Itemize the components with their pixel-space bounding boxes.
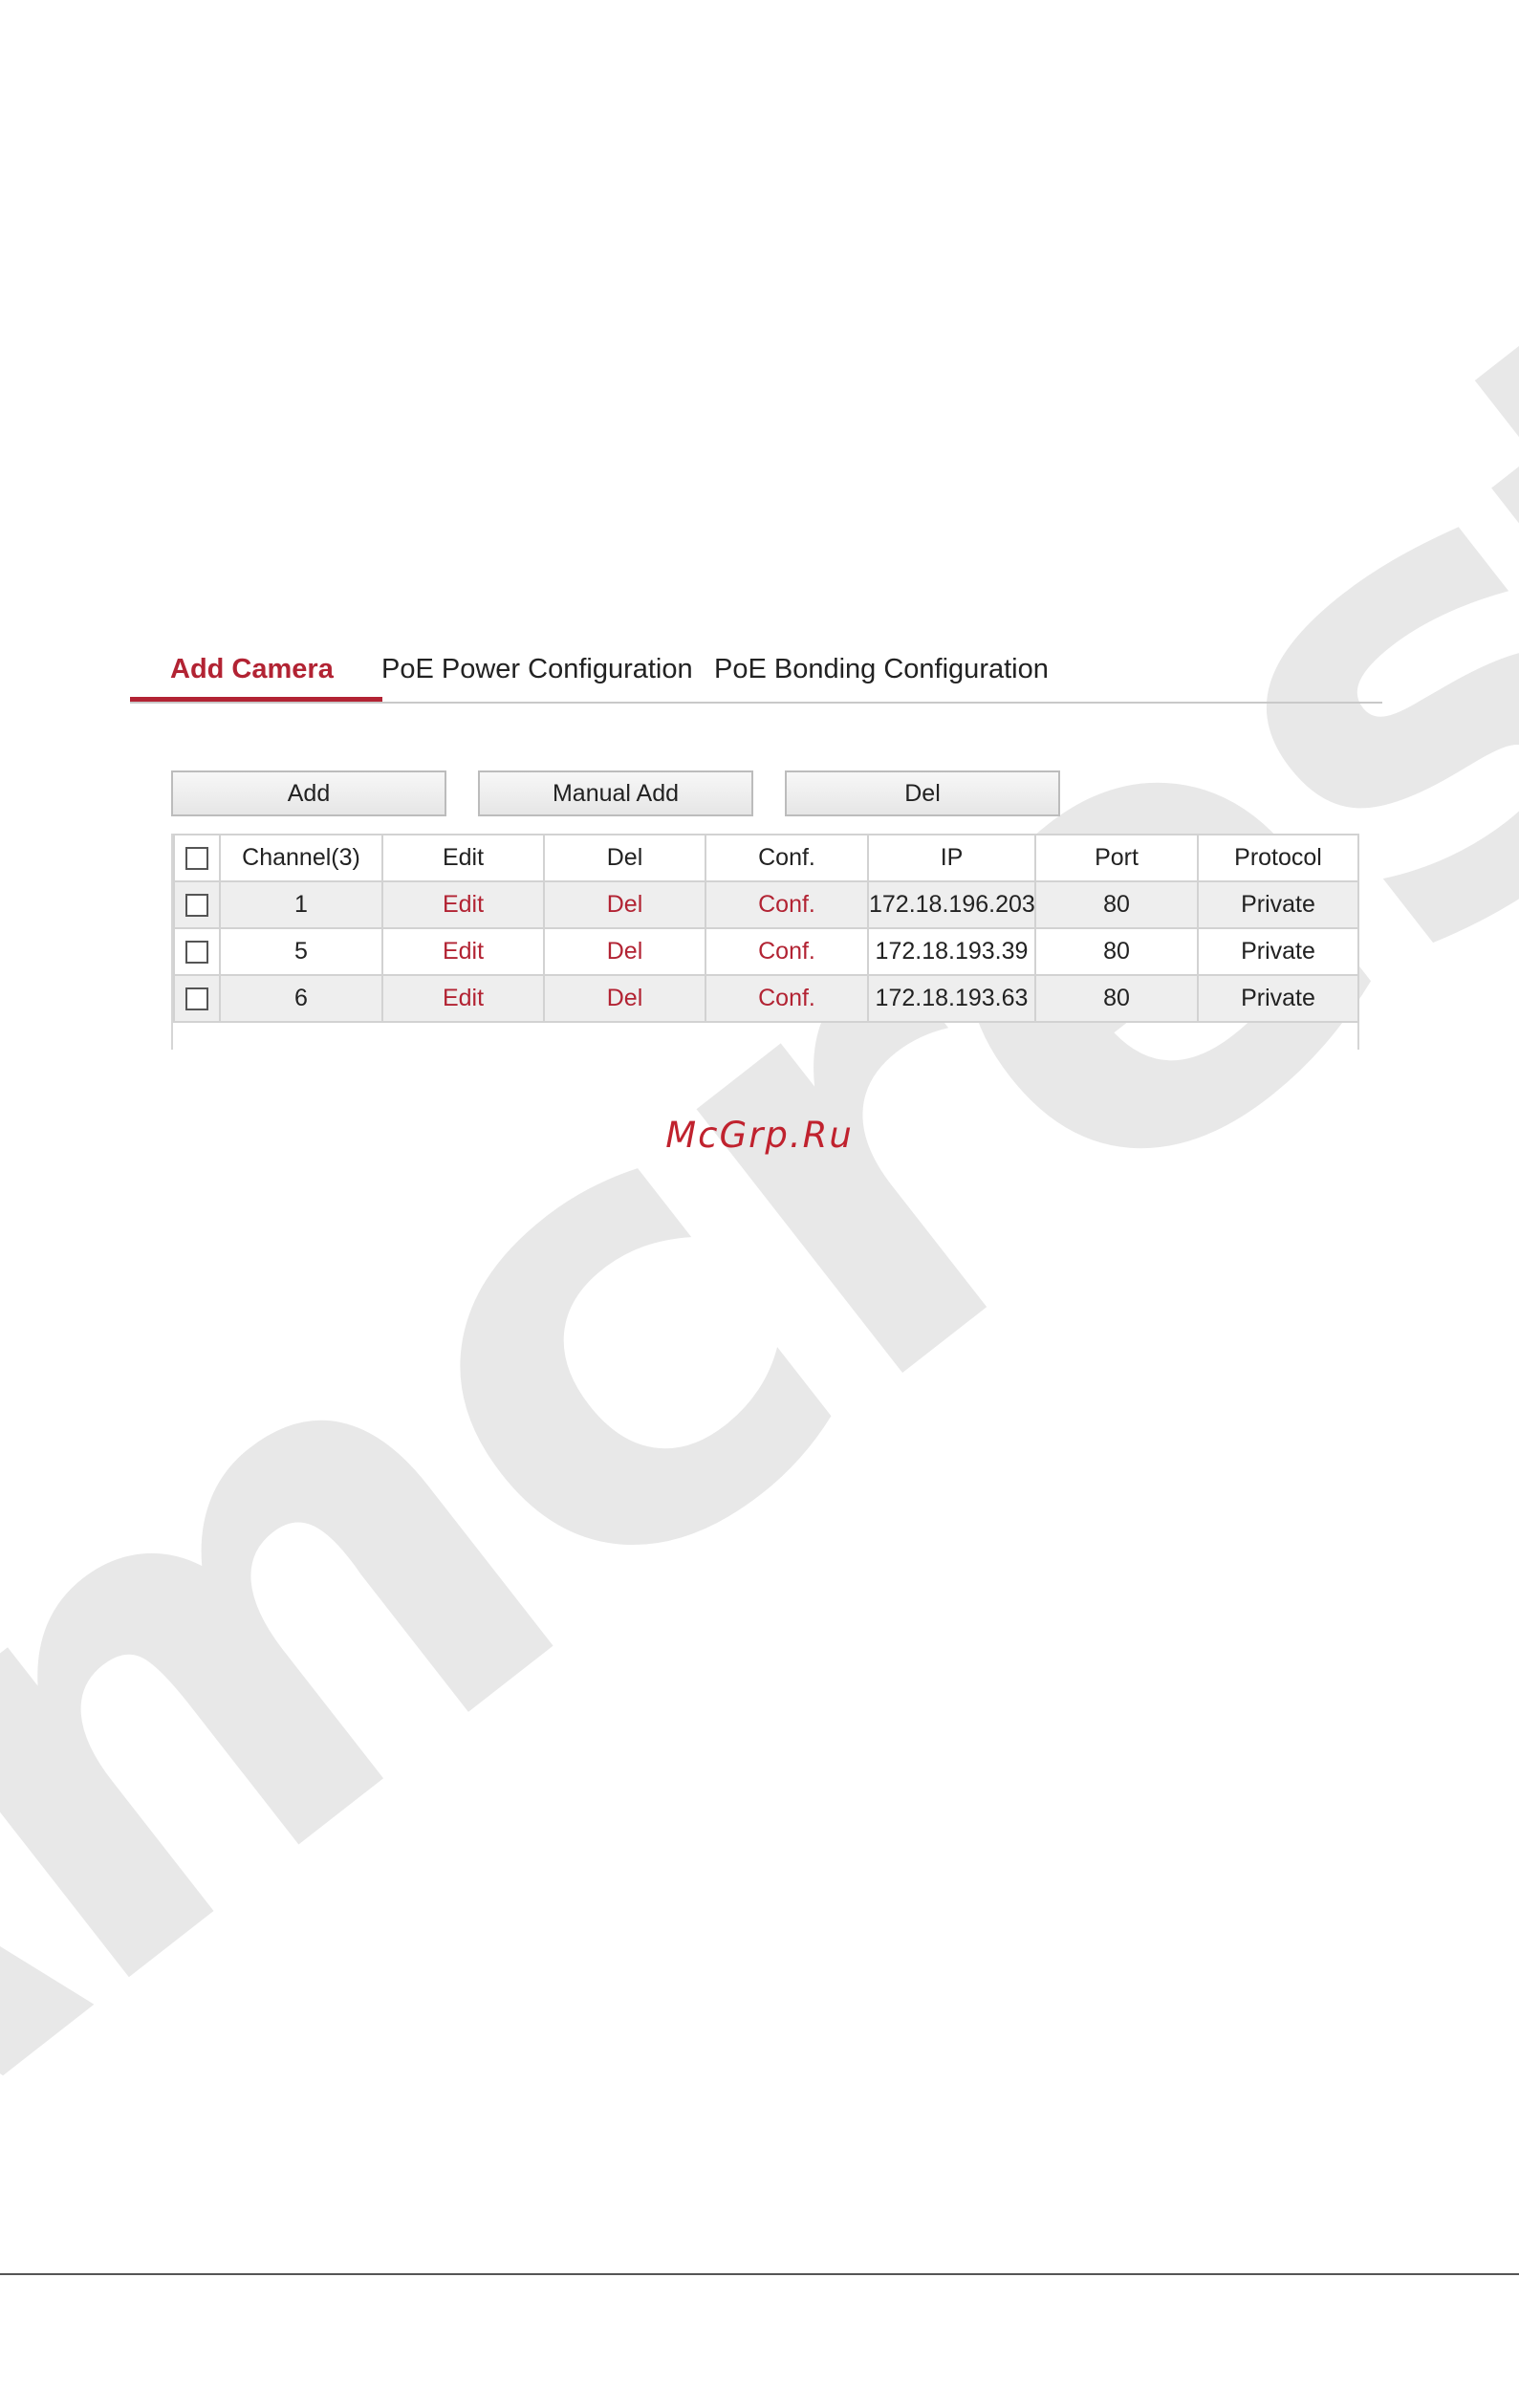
edit-link[interactable]: Edit	[381, 974, 545, 1023]
row-checkbox[interactable]	[185, 894, 208, 918]
row-checkbox[interactable]	[185, 987, 208, 1011]
header-ip[interactable]: IP	[867, 834, 1036, 882]
select-all-checkbox[interactable]	[185, 847, 208, 871]
channel-cell: 1	[219, 880, 383, 929]
del-button[interactable]: Del	[785, 770, 1060, 816]
protocol-cell: Private	[1197, 880, 1359, 929]
table-row: 6 Edit Del Conf. 172.18.193.63 80 Privat…	[173, 974, 1359, 1023]
header-edit: Edit	[381, 834, 545, 882]
row-select-cell	[173, 880, 221, 929]
delete-link[interactable]: Del	[543, 880, 706, 929]
channel-cell: 5	[219, 927, 383, 976]
delete-link[interactable]: Del	[543, 927, 706, 976]
page: Add Camera PoE Power Configuration PoE B…	[0, 0, 1519, 2278]
header-del: Del	[543, 834, 706, 882]
conf-link[interactable]: Conf.	[705, 880, 869, 929]
tab-add-camera[interactable]: Add Camera	[170, 654, 334, 685]
site-watermark-text: McGrp.Ru	[665, 1115, 854, 1156]
row-checkbox[interactable]	[185, 941, 208, 965]
port-cell: 80	[1034, 880, 1199, 929]
manual-add-button[interactable]: Manual Add	[478, 770, 753, 816]
tab-poe-power-configuration[interactable]: PoE Power Configuration	[381, 654, 693, 685]
port-cell: 80	[1034, 927, 1199, 976]
header-protocol[interactable]: Protocol	[1197, 834, 1359, 882]
active-tab-indicator	[130, 697, 382, 702]
tab-bar: Add Camera PoE Power Configuration PoE B…	[130, 640, 1382, 704]
camera-table-container: Channel(3) Edit Del Conf. IP Port Protoc…	[171, 834, 1359, 1050]
row-select-cell	[173, 927, 221, 976]
row-select-cell	[173, 974, 221, 1023]
ip-cell: 172.18.196.203	[867, 880, 1036, 929]
header-conf: Conf.	[705, 834, 869, 882]
select-all-cell	[173, 834, 221, 882]
ip-cell: 172.18.193.39	[867, 927, 1036, 976]
port-cell: 80	[1034, 974, 1199, 1023]
conf-link[interactable]: Conf.	[705, 927, 869, 976]
add-button[interactable]: Add	[171, 770, 446, 816]
header-port[interactable]: Port	[1034, 834, 1199, 882]
edit-link[interactable]: Edit	[381, 927, 545, 976]
protocol-cell: Private	[1197, 974, 1359, 1023]
table-row: 1 Edit Del Conf. 172.18.196.203 80 Priva…	[173, 880, 1359, 929]
ip-cell: 172.18.193.63	[867, 974, 1036, 1023]
protocol-cell: Private	[1197, 927, 1359, 976]
conf-link[interactable]: Conf.	[705, 974, 869, 1023]
channel-cell: 6	[219, 974, 383, 1023]
table-header-row: Channel(3) Edit Del Conf. IP Port Protoc…	[173, 834, 1359, 882]
tab-poe-bonding-configuration[interactable]: PoE Bonding Configuration	[714, 654, 1049, 685]
header-channel[interactable]: Channel(3)	[219, 834, 383, 882]
table-row: 5 Edit Del Conf. 172.18.193.39 80 Privat…	[173, 927, 1359, 976]
bottom-divider	[0, 2273, 1519, 2275]
edit-link[interactable]: Edit	[381, 880, 545, 929]
camera-table: Channel(3) Edit Del Conf. IP Port Protoc…	[173, 834, 1359, 1023]
delete-link[interactable]: Del	[543, 974, 706, 1023]
